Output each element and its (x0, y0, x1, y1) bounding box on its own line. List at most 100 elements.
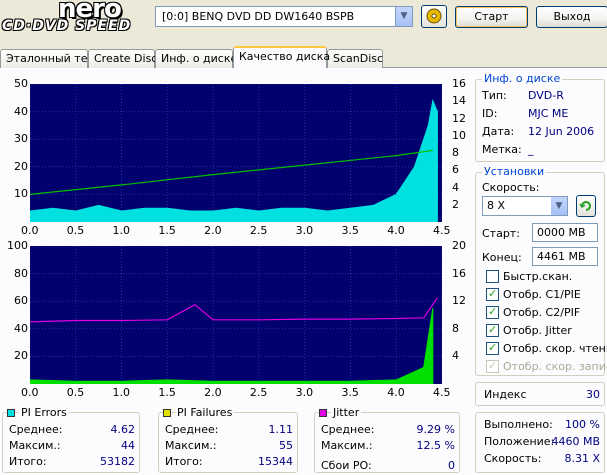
pi-failures-stats: PI Failures Среднее: 1.11 Максим.: 55 Ит… (158, 406, 298, 473)
refresh-drive-button[interactable] (421, 5, 447, 28)
jitter-avg: 9.29 % (416, 423, 455, 436)
y-left-tick-label: 20 (14, 349, 28, 363)
done-value: 100 % (565, 418, 600, 431)
x-tick-label: 3.0 (295, 386, 314, 399)
checkbox-label-2: Отобр. C2/PIF (503, 306, 581, 319)
nero-logo: nero CD·DVD SPEED (0, 0, 150, 36)
y-left-tick-label: 80 (14, 266, 28, 280)
checkbox-label-4: Отобр. скор. чтения (503, 342, 607, 355)
pie-chart-plot (30, 84, 442, 222)
x-tick-label: 4.5 (433, 386, 451, 399)
x-tick-label: 1.0 (112, 386, 131, 399)
jitter-max-label: Максим.: (321, 439, 373, 452)
drive-select[interactable]: [0:0] BENQ DVD DD DW1640 BSPB ▼ (155, 6, 413, 27)
pi-failures-total-label: Итого: (165, 455, 203, 468)
speed-stat-value: 8.31 X (564, 452, 600, 465)
checkbox-4[interactable] (486, 341, 499, 355)
refresh-icon (579, 201, 591, 211)
pi-errors-title: PI Errors (19, 406, 69, 419)
disc-date-value: 12 Jun 2006 (528, 125, 595, 138)
pi-failures-avg-label: Среднее: (165, 423, 219, 436)
y-right-tick-label: 12 (452, 294, 466, 308)
y-right-tick-label: 12 (452, 111, 466, 125)
x-tick-label: 3.0 (295, 224, 314, 237)
tab-create-disc[interactable]: Create Disc (88, 49, 157, 68)
checkbox-label-5: Отобр. скор. записи (503, 360, 607, 373)
start-button[interactable]: Старт (455, 6, 528, 28)
tab-bar: Эталонный тест Create Disc Инф. о диске … (0, 46, 607, 68)
settings-group: Установки Скорость: 8 X ▼ Старт: 0000 MB… (475, 165, 607, 376)
pi-failures-avg: 1.11 (268, 423, 294, 436)
x-tick-label: 1.5 (158, 224, 176, 237)
y-left-tick-label: 40 (14, 104, 28, 118)
index-label: Индекс (484, 388, 527, 401)
x-tick-label: 3.5 (341, 224, 359, 237)
checkbox-label-1: Отобр. C1/PIE (503, 288, 581, 301)
y-right-tick-label: 8 (452, 146, 459, 159)
pi-failures-title: PI Failures (175, 406, 235, 419)
pi-errors-max-label: Максим.: (9, 439, 61, 452)
y-left-tick-label: 40 (14, 321, 28, 335)
tab-benchmark[interactable]: Эталонный тест (0, 49, 100, 68)
chevron-down-icon[interactable]: ▼ (551, 197, 567, 215)
disc-info-title: Инф. о диске (482, 72, 563, 85)
y-left-tick-label: 30 (14, 132, 28, 146)
checkbox-label-0: Быстр.скан. (503, 270, 573, 283)
tab-disc-info[interactable]: Инф. о диске (155, 49, 237, 68)
pi-failures-swatch (163, 409, 171, 417)
x-tick-label: 2.5 (249, 386, 268, 399)
checkbox-2[interactable] (486, 305, 499, 319)
pi-errors-stats: PI Errors Среднее: 4.62 Максим.: 44 Итог… (2, 406, 140, 473)
tab-scandisc[interactable]: ScanDisc (327, 49, 383, 68)
x-tick-label: 0.0 (21, 224, 39, 237)
pi-errors-avg: 4.62 (110, 423, 136, 436)
progress-panel: Выполнено: 100 % Положение: 4460 MB Скор… (475, 412, 605, 473)
x-tick-label: 4.5 (433, 224, 451, 237)
pi-errors-total-label: Итого: (9, 455, 47, 468)
checkbox-1[interactable] (486, 287, 499, 301)
y-left-tick-label: 10 (14, 187, 28, 201)
plot-background (30, 84, 442, 222)
speed-select[interactable]: 8 X ▼ (482, 196, 568, 216)
pif-jitter-chart-plot (30, 246, 442, 384)
chevron-down-icon[interactable]: ▼ (395, 7, 412, 26)
position-value: 4460 MB (551, 435, 600, 448)
exit-button[interactable]: Выход (536, 6, 607, 28)
disc-info-group: Инф. о диске Тип: DVD-R ID: MJC ME Дата:… (475, 72, 605, 162)
checkbox-0[interactable] (486, 270, 499, 283)
start-pos-input[interactable]: 0000 MB (532, 223, 598, 242)
jitter-max: 12.5 % (416, 439, 455, 452)
drive-select-value: [0:0] BENQ DVD DD DW1640 BSPB (162, 10, 355, 23)
start-pos-label: Старт: (482, 227, 520, 240)
drive-icon (426, 8, 442, 24)
pi-errors-max: 44 (121, 439, 135, 452)
pi-errors-swatch (7, 409, 15, 417)
y-right-tick-label: 16 (452, 77, 466, 90)
refresh-speed-button[interactable] (576, 195, 596, 217)
checkbox-3[interactable] (486, 323, 499, 337)
x-tick-label: 4.0 (387, 386, 405, 399)
pi-errors-total: 53182 (100, 455, 135, 468)
disc-type-value: DVD-R (528, 89, 564, 102)
x-tick-label: 2.0 (204, 224, 222, 237)
jitter-title: Jitter (331, 406, 362, 419)
settings-title: Установки (482, 165, 547, 178)
y-right-tick-label: 14 (452, 94, 466, 108)
disc-date-label: Дата: (482, 125, 515, 138)
x-tick-label: 4.0 (387, 224, 405, 237)
pie-chart: 50 40 30 20 10 16 14 12 10 8 6 4 2 0.0 0.5 1.0 1.5 2.0 2.5… (0, 76, 470, 238)
jitter-swatch (319, 409, 327, 417)
checkbox-label-3: Отобр. Jitter (503, 324, 572, 337)
end-pos-input[interactable]: 4461 MB (532, 247, 598, 266)
y-left-tick-label: 100 (7, 239, 28, 252)
index-value: 30 (586, 388, 600, 401)
x-tick-label: 1.5 (158, 386, 176, 399)
speed-select-value: 8 X (487, 199, 506, 212)
speed-label: Скорость: (482, 181, 540, 194)
plot-background (30, 246, 442, 384)
x-tick-label: 2.5 (249, 224, 268, 237)
jitter-avg-label: Среднее: (321, 423, 375, 436)
jitter-stats: Jitter Среднее: 9.29 % Максим.: 12.5 % С… (314, 406, 460, 473)
tab-disc-quality[interactable]: Качество диска (233, 46, 330, 68)
x-tick-label: 2.0 (204, 386, 222, 399)
